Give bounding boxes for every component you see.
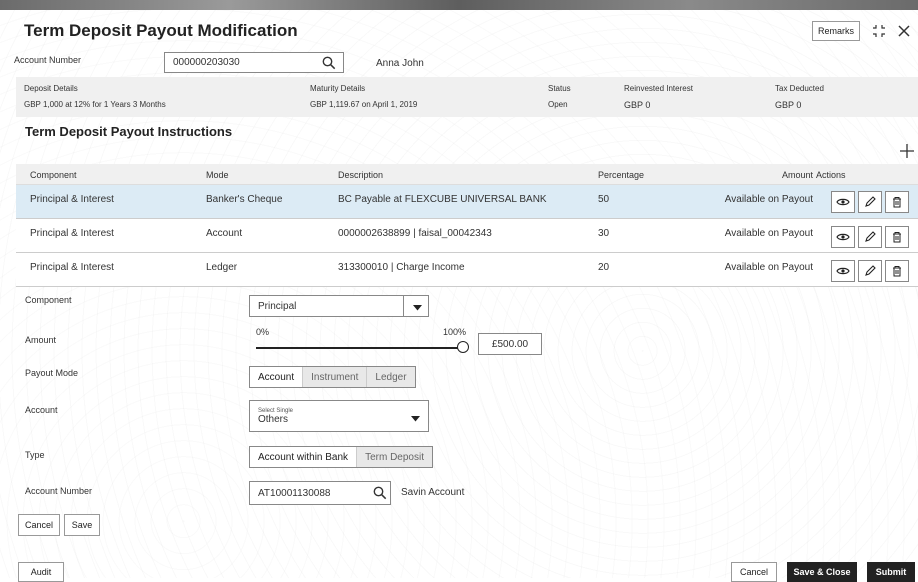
cell-component: Principal & Interest: [30, 194, 114, 205]
component-select[interactable]: Principal: [249, 295, 429, 317]
component-select-value: Principal: [258, 300, 297, 312]
audit-button[interactable]: Audit: [18, 562, 64, 582]
header-component: Component: [30, 170, 77, 180]
submit-button[interactable]: Submit: [867, 562, 915, 582]
slider-max-label: 100%: [443, 327, 467, 337]
type-toggle: Account within Bank Term Deposit: [249, 446, 433, 468]
close-icon[interactable]: [896, 23, 912, 39]
amount-slider-track[interactable]: [256, 347, 464, 349]
payout-mode-account[interactable]: Account: [250, 367, 304, 387]
account-number-value: 000000203030: [173, 57, 240, 68]
cell-amount: Available on Payout: [724, 194, 813, 205]
cell-description: BC Payable at FLEXCUBE UNIVERSAL BANK: [338, 194, 547, 205]
form-save-button[interactable]: Save: [64, 514, 100, 536]
amount-slider-handle[interactable]: [457, 341, 469, 353]
status-label: Status: [548, 84, 571, 93]
header-description: Description: [338, 170, 384, 180]
edit-icon[interactable]: [858, 191, 882, 213]
view-icon[interactable]: [831, 260, 855, 282]
search-icon[interactable]: [373, 486, 387, 500]
account-number-input[interactable]: 000000203030: [164, 52, 344, 73]
cell-component: Principal & Interest: [30, 262, 114, 273]
collapse-icon[interactable]: [871, 23, 887, 39]
section-title: Term Deposit Payout Instructions: [25, 124, 233, 139]
tax-deducted-value: GBP 0: [775, 100, 802, 110]
table-row[interactable]: Principal & Interest Ledger 313300010 | …: [16, 253, 918, 287]
table-header: Component Mode Description Percentage Am…: [16, 164, 918, 185]
payout-mode-ledger[interactable]: Ledger: [367, 367, 415, 387]
payout-mode-label: Payout Mode: [25, 368, 79, 378]
chevron-down-icon: [413, 303, 422, 314]
remarks-button[interactable]: Remarks: [812, 21, 860, 41]
search-icon[interactable]: [322, 56, 336, 70]
payout-mode-instrument[interactable]: Instrument: [303, 367, 368, 387]
account-select-value: Others: [258, 413, 289, 425]
header-amount: Amount: [781, 170, 813, 180]
payout-instructions-table: Component Mode Description Percentage Am…: [16, 164, 918, 287]
cell-percentage: 50: [598, 194, 610, 205]
status-value: Open: [548, 100, 568, 109]
reinvested-interest-value: GBP 0: [624, 100, 651, 110]
reinvested-interest-label: Reinvested Interest: [624, 84, 693, 93]
table-row[interactable]: Principal & Interest Banker's Cheque BC …: [16, 185, 918, 219]
add-icon[interactable]: [899, 143, 915, 159]
form-cancel-button[interactable]: Cancel: [18, 514, 60, 536]
page-title: Term Deposit Payout Modification: [24, 21, 298, 40]
header-actions: Actions: [816, 170, 846, 180]
header-mode: Mode: [206, 170, 229, 180]
cell-amount: Available on Payout: [724, 262, 813, 273]
payout-mode-toggle: Account Instrument Ledger: [249, 366, 416, 388]
type-label: Type: [25, 450, 45, 460]
amount-label: Amount: [25, 335, 57, 345]
amount-input-value: £500.00: [491, 338, 529, 350]
maturity-details-label: Maturity Details: [310, 84, 366, 93]
cell-mode: Account: [206, 228, 243, 239]
slider-min-label: 0%: [256, 327, 270, 337]
tax-deducted-label: Tax Deducted: [775, 84, 824, 93]
maturity-details-value: GBP 1,119.67 on April 1, 2019: [310, 100, 418, 109]
select-divider: [403, 296, 404, 316]
account-number-form-input[interactable]: AT10001130088: [249, 481, 391, 505]
type-account-within-bank[interactable]: Account within Bank: [250, 447, 358, 467]
cell-mode: Ledger: [206, 262, 238, 273]
cell-description: 313300010 | Charge Income: [338, 262, 465, 273]
account-number-label: Account Number: [14, 55, 82, 65]
cell-percentage: 30: [598, 228, 610, 239]
account-holder-name: Savin Account: [401, 487, 465, 498]
account-label: Account: [25, 405, 58, 415]
customer-name: Anna John: [376, 58, 424, 69]
view-icon[interactable]: [831, 191, 855, 213]
edit-icon[interactable]: [858, 226, 882, 248]
cell-description: 0000002638899 | faisal_00042343: [338, 228, 492, 239]
cell-mode: Banker's Cheque: [206, 194, 283, 205]
delete-icon[interactable]: [885, 226, 909, 248]
cell-amount: Available on Payout: [724, 228, 813, 239]
account-number-form-value: AT10001130088: [258, 487, 331, 499]
cancel-button[interactable]: Cancel: [731, 562, 777, 582]
component-label: Component: [25, 295, 72, 305]
delete-icon[interactable]: [885, 260, 909, 282]
delete-icon[interactable]: [885, 191, 909, 213]
cell-percentage: 20: [598, 262, 610, 273]
save-close-button[interactable]: Save & Close: [787, 562, 857, 582]
deposit-details-value: GBP 1,000 at 12% for 1 Years 3 Months: [24, 100, 166, 109]
amount-input[interactable]: £500.00: [478, 333, 542, 355]
deposit-summary-panel: [16, 77, 918, 117]
account-number-form-label: Account Number: [25, 486, 93, 496]
deposit-details-label: Deposit Details: [24, 84, 78, 93]
type-term-deposit[interactable]: Term Deposit: [357, 447, 432, 467]
view-icon[interactable]: [831, 226, 855, 248]
cell-component: Principal & Interest: [30, 228, 114, 239]
chevron-down-icon: [411, 414, 420, 425]
table-row[interactable]: Principal & Interest Account 00000026388…: [16, 219, 918, 253]
top-banner-strip: [0, 0, 918, 10]
edit-icon[interactable]: [858, 260, 882, 282]
account-select[interactable]: Select Single Others: [249, 400, 429, 432]
header-percentage: Percentage: [598, 170, 645, 180]
